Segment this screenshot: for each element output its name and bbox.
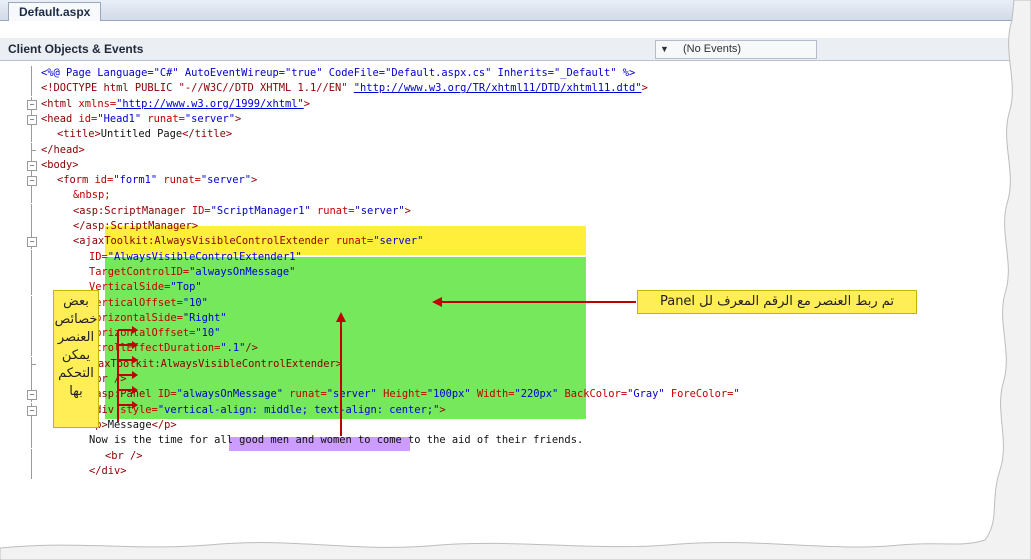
callout-arrow-head <box>432 297 442 307</box>
callout-line: بها <box>69 384 83 399</box>
callout-line: التحكم <box>58 366 94 381</box>
callout-line: يمكن <box>61 348 91 363</box>
properties-callout: بعض خصائص العنصر يمكن التحكم بها <box>53 290 99 428</box>
panel-link-callout: تم ربط العنصر مع الرقم المعرف لل Panel <box>637 290 917 314</box>
callout-line: خصائص <box>54 312 98 327</box>
link-arrow-head <box>336 312 346 322</box>
callout-line: العنصر <box>57 330 95 345</box>
property-arrows <box>118 326 138 409</box>
annotation-arrows <box>0 0 1031 560</box>
torn-edge <box>0 0 1031 560</box>
callout-line: بعض <box>63 294 89 309</box>
